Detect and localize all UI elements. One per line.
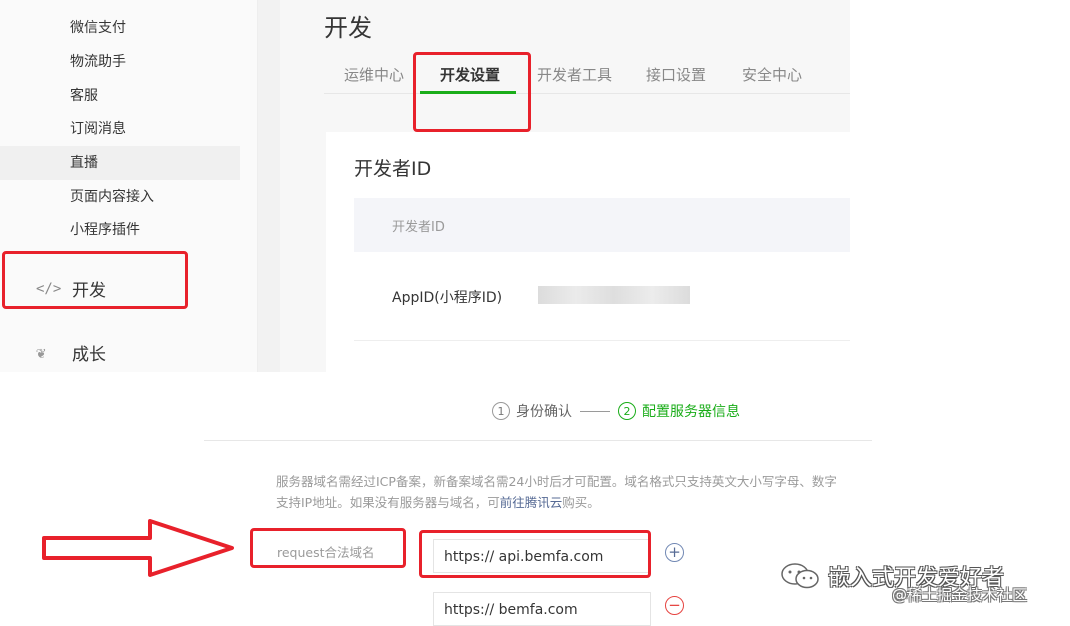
table-header: 开发者ID <box>354 198 850 252</box>
step-connector <box>580 410 610 412</box>
tab-ops-center[interactable]: 运维中心 <box>344 64 404 85</box>
sidebar-item-logistics[interactable]: 物流助手 <box>70 52 126 72</box>
server-domain-note: 服务器域名需经过ICP备案，新备案域名需24小时后才可配置。域名格式只支持英文大… <box>276 471 876 513</box>
highlight-dev-settings-tab <box>413 52 531 132</box>
step-1-circle: 1 <box>492 402 510 420</box>
add-domain-button[interactable]: + <box>665 543 684 562</box>
sidebar-item-wechat-pay[interactable]: 微信支付 <box>70 18 126 38</box>
sidebar-gap <box>258 0 280 372</box>
note-suffix: 购买。 <box>562 495 600 510</box>
row-divider <box>354 340 850 341</box>
remove-domain-button[interactable]: − <box>665 596 684 615</box>
appid-label: AppID(小程序ID) <box>392 290 503 306</box>
step-indicator: 1 身份确认 2 配置服务器信息 <box>492 401 740 421</box>
sidebar-item-customer-service[interactable]: 客服 <box>70 86 98 106</box>
admin-screenshot: 微信支付 物流助手 客服 订阅消息 直播 页面内容接入 小程序插件 </> 开发… <box>0 0 1070 372</box>
sprout-icon: ❦ <box>36 343 46 362</box>
note-line-1: 服务器域名需经过ICP备案，新备案域名需24小时后才可配置。域名格式只支持英文大… <box>276 474 837 489</box>
step-1-label: 身份确认 <box>516 404 572 420</box>
sidebar-section-growth[interactable]: ❦ 成长 <box>36 340 106 365</box>
watermark-subtitle: @稀土掘金技术社区 <box>892 586 1028 604</box>
highlight-develop-section <box>2 251 188 309</box>
sidebar-section-label: 成长 <box>72 345 106 365</box>
tab-security-center[interactable]: 安全中心 <box>742 64 802 85</box>
main-panel: 开发 运维中心 开发设置 开发者工具 接口设置 安全中心 开发者ID 开发者ID… <box>280 0 850 372</box>
sidebar-item-live[interactable]: 直播 <box>70 153 98 173</box>
appid-value-blurred <box>538 286 690 304</box>
tab-dev-tools[interactable]: 开发者工具 <box>537 64 612 85</box>
tab-bar: 运维中心 开发设置 开发者工具 接口设置 安全中心 <box>324 62 850 94</box>
highlight-request-label <box>250 528 406 568</box>
sidebar-item-page-content[interactable]: 页面内容接入 <box>70 187 154 207</box>
section-divider <box>204 440 872 441</box>
tab-api-settings[interactable]: 接口设置 <box>646 64 706 85</box>
table-header-label: 开发者ID <box>392 220 445 235</box>
tencent-cloud-link[interactable]: 前往腾讯云 <box>500 495 563 510</box>
step-2-label: 配置服务器信息 <box>642 404 740 420</box>
highlight-domain-input <box>419 530 651 578</box>
sidebar: 微信支付 物流助手 客服 订阅消息 直播 页面内容接入 小程序插件 </> 开发… <box>0 0 258 372</box>
red-arrow-icon <box>42 519 234 577</box>
sidebar-item-plugins[interactable]: 小程序插件 <box>70 220 140 240</box>
sidebar-item-highlight <box>0 146 240 180</box>
developer-id-card: 开发者ID 开发者ID AppID(小程序ID) <box>326 132 850 372</box>
note-prefix: 支持IP地址。如果没有服务器与域名，可 <box>276 495 500 510</box>
wechat-icon <box>781 563 819 589</box>
note-line-2: 支持IP地址。如果没有服务器与域名，可前往腾讯云购买。 <box>276 492 876 513</box>
page-title: 开发 <box>324 14 372 42</box>
sidebar-item-subscribe-message[interactable]: 订阅消息 <box>70 119 126 139</box>
step-2-circle: 2 <box>618 402 636 420</box>
card-title: 开发者ID <box>354 158 432 180</box>
